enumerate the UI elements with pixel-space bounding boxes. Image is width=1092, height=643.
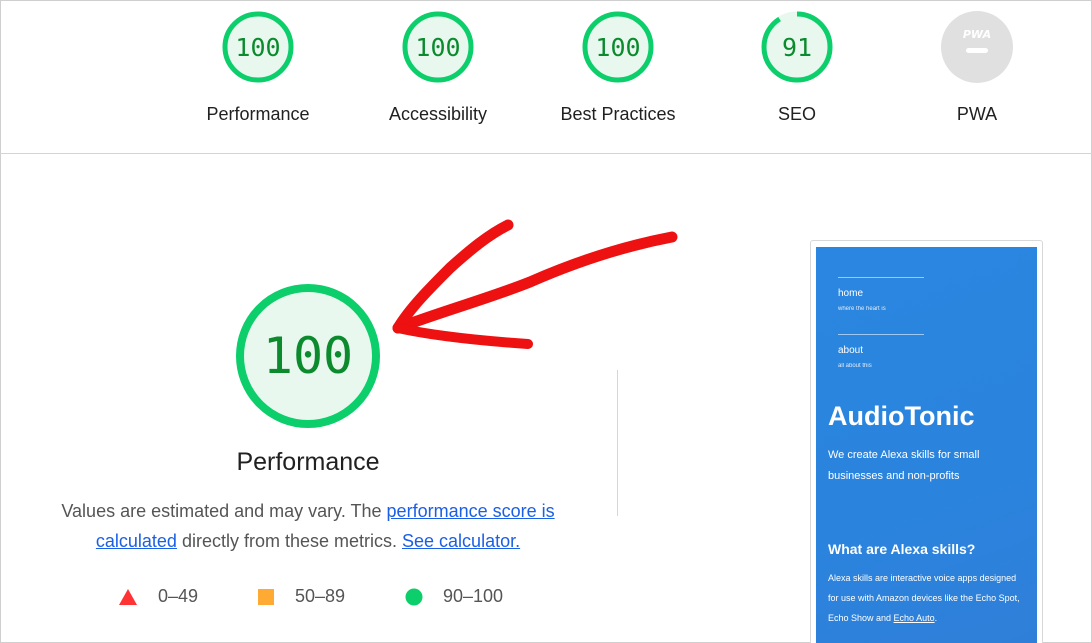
desc-text: Values are estimated and may vary. The — [61, 501, 387, 521]
column-divider — [617, 370, 618, 516]
legend-range: 90–100 — [443, 586, 504, 606]
legend-range: 50–89 — [295, 586, 346, 606]
gauge-performance[interactable]: 100 Performance — [188, 10, 328, 125]
thumb-nav-home: home — [838, 288, 864, 299]
legend-average: 50–89 — [257, 586, 345, 607]
gauge-label: Performance — [206, 104, 310, 124]
gauge-label: Best Practices — [560, 104, 676, 124]
see-calculator-link[interactable]: See calculator. — [402, 531, 520, 551]
performance-description: Values are estimated and may vary. The p… — [30, 496, 586, 556]
gauge-label: Accessibility — [388, 104, 488, 124]
category-gauges-bar: 100 Performance 100 Accessibility 100 Be… — [0, 0, 1092, 154]
pwa-badge-icon: PWA — [941, 11, 1013, 83]
gauge-score: 91 — [782, 33, 812, 62]
nav-rule — [838, 334, 924, 335]
circle-icon — [405, 588, 423, 605]
gauge-ring: 100 — [582, 11, 654, 83]
performance-title: Performance — [236, 448, 380, 476]
final-screenshot[interactable]: home where the heart is about all about … — [816, 247, 1037, 643]
thumb-nav-about: about — [838, 345, 864, 356]
thumb-brand: AudioTonic — [828, 401, 975, 431]
thumb-paragraph: Alexa skills are interactive voice apps … — [828, 568, 1028, 628]
thumb-nav-sub: where the heart is — [838, 306, 886, 312]
performance-score-gauge: 100 — [236, 284, 380, 428]
thumb-heading: What are Alexa skills? — [828, 541, 976, 557]
gauge-accessibility[interactable]: 100 Accessibility — [368, 10, 508, 125]
thumb-para-link: Echo Auto — [893, 613, 935, 623]
legend-pass: 90–100 — [405, 586, 503, 607]
gauge-best-practices[interactable]: 100 Best Practices — [548, 10, 688, 125]
thumb-tagline: We create Alexa skills for small busines… — [828, 449, 980, 482]
nav-rule — [838, 277, 924, 278]
gauge-score: 100 — [235, 33, 280, 62]
square-icon — [258, 588, 274, 605]
pwa-badge-text: PWA — [963, 28, 991, 41]
thumb-nav-sub: all about this — [838, 363, 872, 369]
thumb-para-text: . — [934, 613, 938, 623]
gauge-score: 100 — [415, 33, 460, 62]
red-arrow-annotation — [392, 219, 678, 349]
triangle-icon — [119, 588, 137, 605]
gauge-ring: 91 — [761, 11, 833, 83]
gauge-label: SEO — [777, 104, 816, 124]
legend-range: 0–49 — [158, 586, 199, 606]
gauge-ring: 100 — [402, 11, 474, 83]
gauge-score: 100 — [595, 33, 640, 62]
gauge-ring: 100 — [222, 11, 294, 83]
desc-text: directly from these metrics. — [176, 531, 403, 551]
performance-score: 100 — [263, 327, 353, 385]
gauge-seo[interactable]: 91 SEO — [727, 10, 867, 125]
gauge-pwa[interactable]: PWA PWA — [907, 10, 1047, 125]
gauge-label: PWA — [956, 104, 998, 124]
legend-fail: 0–49 — [118, 586, 198, 607]
